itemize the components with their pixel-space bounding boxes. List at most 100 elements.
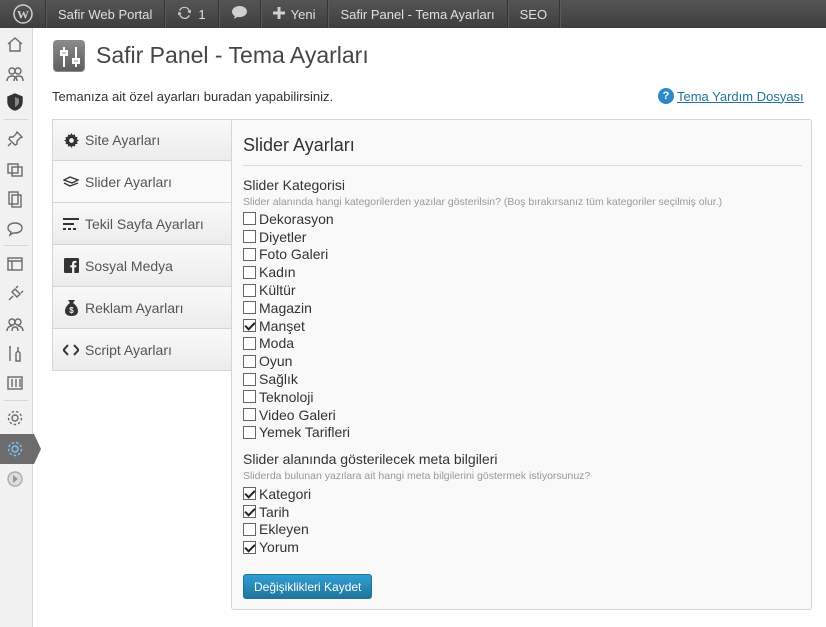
checkbox[interactable] — [243, 487, 256, 501]
category-option[interactable]: Foto Galeri — [243, 246, 350, 264]
comments-link[interactable] — [219, 0, 261, 28]
checkbox[interactable] — [243, 319, 256, 333]
help-link[interactable]: ? Tema Yardım Dosyası — [658, 88, 804, 104]
tab-script-settings[interactable]: Script Ayarları — [52, 329, 232, 371]
seo-link[interactable]: SEO — [508, 0, 561, 28]
updates-link[interactable]: 1 — [165, 0, 219, 28]
checkbox-label: Diyetler — [259, 228, 307, 245]
checkbox[interactable] — [243, 425, 256, 439]
slider-icon — [63, 174, 79, 190]
category-option[interactable]: Kadın — [243, 263, 350, 281]
gear-icon — [63, 132, 79, 148]
category-option[interactable]: Yemek Tarifleri — [243, 424, 350, 442]
checkbox-label: Manşet — [259, 317, 305, 334]
panel-title: Slider Ayarları — [243, 135, 355, 155]
seo-label: SEO — [519, 6, 548, 22]
settings-sliders-icon[interactable] — [4, 372, 26, 394]
meta-section-title: Slider alanında gösterilecek meta bilgil… — [243, 451, 498, 467]
category-checkbox-list: Dekorasyon Diyetler Foto Galeri Kadın Kü… — [243, 210, 350, 441]
pages-icon[interactable] — [4, 188, 26, 210]
checkbox[interactable] — [243, 283, 256, 297]
help-link-label: Tema Yardım Dosyası — [677, 88, 804, 104]
plugins-icon[interactable] — [4, 283, 26, 305]
tab-slider-settings[interactable]: Slider Ayarları — [52, 161, 232, 203]
checkbox-label: Moda — [259, 335, 295, 352]
users-group-icon[interactable] — [4, 63, 26, 85]
appearance-icon[interactable] — [4, 253, 26, 275]
refresh-icon — [177, 5, 192, 23]
checkbox-label: Kategori — [259, 485, 312, 502]
lines-icon — [63, 216, 79, 232]
plus-icon — [272, 6, 285, 22]
category-option[interactable]: Oyun — [243, 352, 350, 370]
meta-option[interactable]: Yorum — [243, 538, 311, 556]
checkbox[interactable] — [243, 212, 256, 226]
category-option[interactable]: Manşet — [243, 317, 350, 335]
checkbox[interactable] — [243, 540, 256, 554]
category-option[interactable]: Diyetler — [243, 228, 350, 246]
menu-separator — [4, 245, 28, 246]
wordpress-logo-icon[interactable]: W — [0, 0, 46, 28]
users-icon[interactable] — [4, 313, 26, 335]
tab-single-page-settings[interactable]: Tekil Sayfa Ayarları — [52, 203, 232, 245]
tab-ad-settings[interactable]: $ Reklam Ayarları — [52, 287, 232, 329]
svg-text:$: $ — [69, 306, 74, 315]
comments-icon[interactable] — [4, 218, 26, 240]
checkbox[interactable] — [243, 247, 256, 261]
checkbox-label: Ekleyen — [259, 521, 309, 538]
checkbox[interactable] — [243, 522, 256, 536]
category-option[interactable]: Dekorasyon — [243, 210, 350, 228]
settings-tabs: Site Ayarları Slider Ayarları Tekil Sayf… — [52, 119, 232, 371]
tab-label: Reklam Ayarları — [85, 299, 184, 316]
meta-option[interactable]: Kategori — [243, 485, 311, 503]
checkbox-label: Oyun — [259, 353, 293, 370]
pin-icon[interactable] — [4, 128, 26, 150]
checkbox[interactable] — [243, 505, 256, 519]
admin-bar: W Safir Web Portal 1 Yeni Safir Panel - … — [0, 0, 826, 28]
category-option[interactable]: Magazin — [243, 299, 350, 317]
checkbox-label: Video Galeri — [259, 406, 336, 423]
category-option[interactable]: Sağlık — [243, 370, 350, 388]
admin-menu — [0, 28, 41, 627]
tab-label: Sosyal Medya — [85, 257, 173, 274]
dashboard-icon[interactable] — [4, 33, 26, 55]
checkbox[interactable] — [243, 301, 256, 315]
tools-icon[interactable] — [4, 343, 26, 365]
checkbox[interactable] — [243, 354, 256, 368]
media-icon[interactable] — [4, 158, 26, 180]
safir-panel-link[interactable]: Safir Panel - Tema Ayarları — [328, 0, 508, 28]
safir-panel-gear-icon[interactable] — [4, 438, 26, 460]
meta-option[interactable]: Ekleyen — [243, 521, 311, 539]
tab-site-settings[interactable]: Site Ayarları — [52, 119, 232, 161]
menu-separator — [4, 400, 28, 401]
checkbox-label: Dekorasyon — [259, 210, 334, 227]
category-section-title: Slider Kategorisi — [243, 177, 345, 193]
category-option[interactable]: Kültür — [243, 281, 350, 299]
money-bag-icon: $ — [63, 299, 79, 316]
checkbox[interactable] — [243, 390, 256, 404]
safir-panel-label: Safir Panel - Tema Ayarları — [340, 6, 495, 22]
category-option[interactable]: Video Galeri — [243, 406, 350, 424]
category-option[interactable]: Moda — [243, 335, 350, 353]
category-option[interactable]: Teknoloji — [243, 388, 350, 406]
new-label: Yeni — [290, 6, 316, 22]
comment-bubble-icon — [231, 5, 248, 23]
collapse-menu-icon[interactable] — [4, 468, 26, 490]
checkbox-label: Magazin — [259, 299, 312, 316]
checkbox[interactable] — [243, 372, 256, 386]
checkbox[interactable] — [243, 336, 256, 350]
checkbox-label: Foto Galeri — [259, 246, 329, 263]
page-intro: Temanıza ait özel ayarları buradan yapab… — [52, 89, 334, 104]
slider-settings-panel: Slider Ayarları Slider Kategorisi Slider… — [231, 119, 812, 610]
save-changes-button[interactable]: Değişiklikleri Kaydet — [243, 574, 373, 599]
category-section-desc: Slider alanında hangi kategorilerden yaz… — [243, 196, 723, 208]
tab-social-media[interactable]: Sosyal Medya — [52, 245, 232, 287]
meta-option[interactable]: Tarih — [243, 503, 311, 521]
checkbox[interactable] — [243, 265, 256, 279]
gear-icon[interactable] — [4, 407, 26, 429]
checkbox[interactable] — [243, 230, 256, 244]
shield-icon[interactable] — [4, 91, 26, 113]
site-name-link[interactable]: Safir Web Portal — [46, 0, 166, 28]
checkbox[interactable] — [243, 408, 256, 422]
new-content-link[interactable]: Yeni — [261, 0, 329, 28]
